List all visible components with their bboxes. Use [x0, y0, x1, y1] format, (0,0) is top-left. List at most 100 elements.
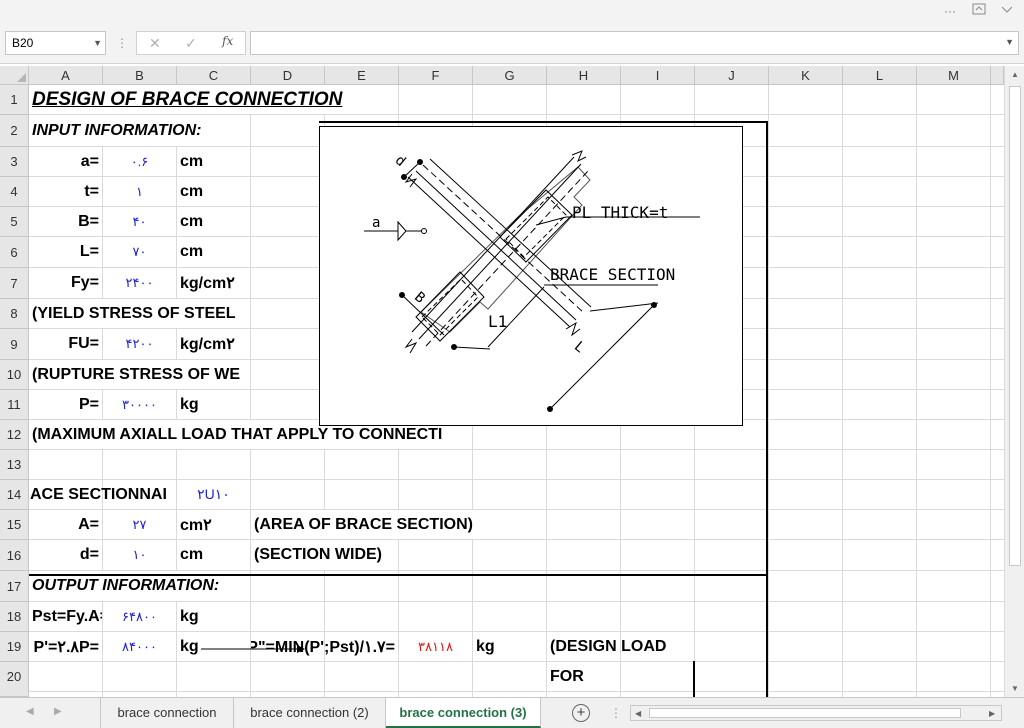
note-rupture-stress[interactable]: (RUPTURE STRESS OF WE [29, 360, 250, 389]
value-d[interactable]: ۱۰ [103, 540, 176, 570]
enter-icon[interactable]: ✓ [185, 35, 197, 52]
vertical-scroll-thumb[interactable] [1009, 86, 1021, 566]
label-d[interactable]: d= [29, 540, 102, 570]
row-header-5[interactable]: 5 [0, 207, 29, 237]
label-fy[interactable]: Fy= [29, 268, 102, 298]
column-header-g[interactable]: G [473, 66, 547, 85]
scroll-down-icon[interactable]: ▼ [1011, 684, 1019, 693]
expand-formula-icon[interactable]: ▼ [1005, 37, 1014, 47]
input-info-heading[interactable]: INPUT INFORMATION: [29, 115, 289, 146]
select-all-button[interactable] [0, 66, 29, 85]
chevron-down-icon[interactable]: ▼ [93, 32, 102, 54]
restore-ribbon-icon[interactable] [968, 3, 990, 19]
label-a[interactable]: a= [29, 147, 102, 176]
label-brace-section[interactable]: ACE SECTIONNAI [29, 480, 176, 509]
scroll-left-icon[interactable]: ◀ [635, 709, 641, 718]
unit-a[interactable]: cm [177, 147, 250, 176]
column-header-d[interactable]: D [251, 66, 325, 85]
row-header-8[interactable]: 8 [0, 299, 29, 329]
value-b[interactable]: ۴۰ [103, 207, 176, 236]
vertical-scrollbar[interactable]: ▲ ▼ [1004, 66, 1024, 697]
unit-p[interactable]: kg [177, 390, 250, 419]
label-pst[interactable]: Pst=Fy.A= [29, 602, 102, 631]
value-fu[interactable]: ۴۲۰۰ [103, 329, 176, 359]
row-header-11[interactable]: 11 [0, 390, 29, 420]
column-header-m[interactable]: M [917, 66, 991, 85]
row-header-19[interactable]: 19 [0, 632, 29, 662]
column-header-f[interactable]: F [399, 66, 473, 85]
unit-d[interactable]: cm [177, 540, 250, 570]
insert-function-icon[interactable]: fx [222, 34, 233, 48]
note-design-load-cont[interactable]: FOR [547, 662, 694, 691]
column-header-l[interactable]: L [843, 66, 917, 85]
value-fy[interactable]: ۲۴۰۰ [103, 268, 176, 298]
more-options-icon[interactable]: ··· [939, 3, 961, 19]
unit-fy[interactable]: kg/cm۲ [177, 268, 250, 298]
row-header-15[interactable]: 15 [0, 510, 29, 540]
row-header-17[interactable]: 17 [0, 571, 29, 602]
unit-b[interactable]: cm [177, 207, 250, 236]
value-area[interactable]: ۲۷ [103, 510, 176, 539]
column-header-c[interactable]: C [177, 66, 251, 85]
row-header-7[interactable]: 7 [0, 268, 29, 299]
collapse-icon[interactable] [996, 3, 1018, 19]
sheet-title[interactable]: DESIGN OF BRACE CONNECTION [29, 85, 429, 114]
row-header-14[interactable]: 14 [0, 480, 29, 510]
unit-fu[interactable]: kg/cm۲ [177, 329, 250, 359]
column-header-partial[interactable] [991, 66, 1004, 85]
value-brace-section[interactable]: ۲U۱۰ [177, 480, 250, 509]
label-fu[interactable]: FU= [29, 329, 102, 359]
tab-splitter-icon[interactable]: ⋮ [610, 706, 622, 720]
row-header-20[interactable]: 20 [0, 662, 29, 697]
value-p[interactable]: ۳۰۰۰۰ [103, 390, 176, 419]
unit-design-load[interactable]: kg [473, 632, 546, 661]
brace-connection-drawing[interactable]: PL THICK=t BRACE SECTION a B d L1 L [319, 126, 743, 426]
add-sheet-icon[interactable]: + [572, 704, 590, 722]
horizontal-scrollbar[interactable]: ◀ ▶ [630, 705, 1002, 721]
unit-l[interactable]: cm [177, 237, 250, 267]
label-b[interactable]: B= [29, 207, 102, 236]
row-header-1[interactable]: 1 [0, 85, 29, 115]
sheet-tab-1[interactable]: brace connection [100, 698, 234, 728]
value-a[interactable]: ۰.۶ [103, 147, 176, 176]
unit-pst[interactable]: kg [177, 602, 250, 631]
note-design-load[interactable]: (DESIGN LOAD [547, 632, 694, 661]
column-header-k[interactable]: K [769, 66, 843, 85]
unit-area[interactable]: cm۲ [177, 510, 250, 539]
value-design-load[interactable]: ۳۸۱۱۸ [399, 632, 472, 661]
row-header-4[interactable]: 4 [0, 177, 29, 207]
prev-sheet-icon[interactable]: ◀ [26, 706, 34, 717]
value-pst[interactable]: ۶۴۸۰۰ [103, 602, 176, 631]
row-header-12[interactable]: 12 [0, 420, 29, 450]
unit-t[interactable]: cm [177, 177, 250, 206]
formula-input[interactable]: ▼ [250, 31, 1019, 55]
column-header-i[interactable]: I [621, 66, 695, 85]
label-p-prime[interactable]: P'=۲.۸P= [29, 632, 102, 661]
note-area[interactable]: (AREA OF BRACE SECTION) [251, 510, 487, 539]
label-t[interactable]: t= [29, 177, 102, 206]
sheet-tab-2[interactable]: brace connection (2) [234, 698, 386, 728]
row-header-2[interactable]: 2 [0, 115, 29, 147]
label-area[interactable]: A= [29, 510, 102, 539]
label-l[interactable]: L= [29, 237, 102, 267]
cancel-icon[interactable]: ✕ [149, 35, 161, 52]
value-l[interactable]: ۷۰ [103, 237, 176, 267]
column-header-e[interactable]: E [325, 66, 399, 85]
column-header-a[interactable]: A [29, 66, 103, 85]
scroll-right-icon[interactable]: ▶ [989, 709, 995, 718]
horizontal-scroll-thumb[interactable] [649, 708, 961, 718]
row-header-13[interactable]: 13 [0, 450, 29, 480]
next-sheet-icon[interactable]: ▶ [54, 706, 62, 717]
row-header-6[interactable]: 6 [0, 237, 29, 268]
row-header-10[interactable]: 10 [0, 360, 29, 390]
row-header-3[interactable]: 3 [0, 147, 29, 177]
row-header-16[interactable]: 16 [0, 540, 29, 571]
scroll-up-icon[interactable]: ▲ [1011, 70, 1019, 79]
column-header-h[interactable]: H [547, 66, 621, 85]
note-section-wide[interactable]: (SECTION WIDE) [251, 540, 397, 570]
value-p-prime[interactable]: ۸۴۰۰۰ [103, 632, 176, 661]
value-t[interactable]: ۱ [103, 177, 176, 206]
note-yield-stress[interactable]: (YIELD STRESS OF STEEL [29, 299, 250, 328]
column-header-j[interactable]: J [695, 66, 769, 85]
row-header-9[interactable]: 9 [0, 329, 29, 360]
